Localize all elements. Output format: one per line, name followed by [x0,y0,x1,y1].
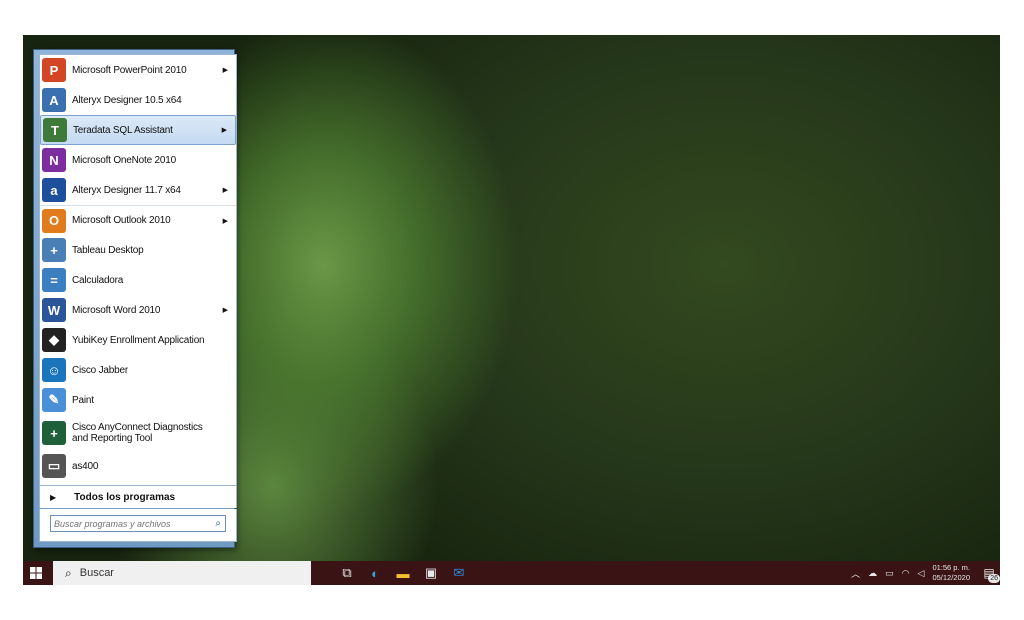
program-item-label: Alteryx Designer 11.7 x64 [72,184,181,196]
program-item[interactable]: W Microsoft Word 2010 ▶ [40,295,236,325]
program-item-label: Microsoft PowerPoint 2010 [72,64,187,76]
program-item-label: Alteryx Designer 10.5 x64 [72,94,182,106]
program-item-label: Cisco AnyConnect Diagnostics and Reporti… [72,422,203,444]
desktop: P Microsoft PowerPoint 2010 ▶ A Alteryx Desi… [23,35,1000,585]
notification-center-button[interactable]: ▤ 26 [978,561,1000,585]
program-item[interactable]: T Teradata SQL Assistant ▶ [40,115,236,145]
paint-icon: ✎ [42,388,66,412]
tableau-icon: + [42,238,66,262]
clock-date: 05/12/2020 [932,573,970,582]
submenu-arrow-icon[interactable]: ▶ [223,66,228,74]
jabber-icon: ☺ [42,358,66,382]
program-item[interactable]: ☺ Cisco Jabber [40,355,236,385]
alteryx-icon: A [42,88,66,112]
program-item-label: as400 [72,460,99,472]
taskbar-search-box[interactable]: ⌕ Buscar [53,561,311,585]
submenu-arrow-icon[interactable]: ▶ [223,217,228,225]
notification-count-badge: 26 [988,574,1000,583]
store-icon[interactable]: ▣ [417,561,445,585]
all-programs-button[interactable]: ▶ Todos los programas [39,486,237,508]
battery-icon[interactable]: ▭ [885,568,894,579]
program-item[interactable]: ✎ Paint [40,385,236,415]
cloud-icon[interactable]: ☁ [868,568,877,579]
windows-logo-icon [30,567,42,579]
taskbar-search-placeholder: Buscar [79,567,114,579]
search-box[interactable]: ⌕ [50,515,226,532]
as400-icon: ▭ [42,454,66,478]
program-item[interactable]: + Tableau Desktop [40,235,236,265]
program-item[interactable]: A Alteryx Designer 10.5 x64 [40,85,236,115]
search-icon[interactable]: ⌕ [215,518,221,529]
file-explorer-icon[interactable]: ▬ [389,561,417,585]
program-item-label: Calculadora [72,274,124,286]
program-item-label: YubiKey Enrollment Application [72,334,205,346]
onenote-icon: N [42,148,66,172]
program-item[interactable]: N Microsoft OneNote 2010 [40,145,236,175]
clock-time: 01:56 p. m. [932,563,970,572]
calculator-icon: = [42,268,66,292]
start-menu: P Microsoft PowerPoint 2010 ▶ A Alteryx Desi… [33,49,237,548]
taskbar: ⌕ Buscar ⧉ ◐ ▬ ▣ ✉ ︿ ☁ ▭ ◠ ◁ 01:56 p. m. 05/… [23,561,1000,585]
program-item-label: Cisco Jabber [72,364,128,376]
wifi-icon[interactable]: ◠ [902,568,910,579]
pinned-apps: ⧉ ◐ ▬ ▣ ✉ [333,561,473,585]
chevron-up-icon[interactable]: ︿ [851,567,860,580]
powerpoint-icon: P [42,58,66,82]
system-tray: ︿ ☁ ▭ ◠ ◁ 01:56 p. m. 05/12/2020 ▤ 26 [847,561,1000,585]
program-item[interactable]: + Cisco AnyConnect Diagnostics and Report… [40,415,236,451]
task-view-icon[interactable]: ⧉ [333,561,361,585]
program-item-label: Paint [72,394,94,406]
outlook-icon: O [42,208,66,233]
alteryx-a-icon: a [42,178,66,202]
program-item-label: Microsoft Outlook 2010 [72,215,171,226]
program-item[interactable]: a Alteryx Designer 11.7 x64 ▶ [40,175,236,205]
search-area: ⌕ [39,509,237,542]
mail-icon[interactable]: ✉ [445,561,473,585]
clock[interactable]: 01:56 p. m. 05/12/2020 [932,563,970,583]
program-item[interactable]: = Calculadora [40,265,236,295]
submenu-arrow-icon[interactable]: ▶ [223,186,228,194]
yubikey-icon: ◆ [42,328,66,352]
right-arrow-icon: ▶ [50,492,57,502]
word-icon: W [42,298,66,322]
program-item-label: Tableau Desktop [72,244,144,256]
teradata-icon: T [43,118,67,142]
program-list: P Microsoft PowerPoint 2010 ▶ A Alteryx Desi… [39,54,237,486]
submenu-arrow-icon[interactable]: ▶ [222,126,227,134]
program-item[interactable]: ◆ YubiKey Enrollment Application [40,325,236,355]
program-item-label: Microsoft Word 2010 [72,304,161,316]
anyconnect-icon: + [42,421,66,445]
edge-icon[interactable]: ◐ [361,561,389,585]
program-item[interactable]: ▭ as400 [40,451,236,481]
program-item[interactable]: O Microsoft Outlook 2010 ▶ [40,205,236,235]
start-button[interactable] [25,561,47,585]
search-input[interactable] [51,516,207,531]
search-icon: ⌕ [65,565,72,580]
program-item[interactable]: P Microsoft PowerPoint 2010 ▶ [40,55,236,85]
all-programs-label: Todos los programas [74,491,176,503]
program-item-label: Microsoft OneNote 2010 [72,154,176,166]
speaker-icon[interactable]: ◁ [918,568,925,579]
program-item-label: Teradata SQL Assistant [73,124,173,136]
submenu-arrow-icon[interactable]: ▶ [223,306,228,314]
